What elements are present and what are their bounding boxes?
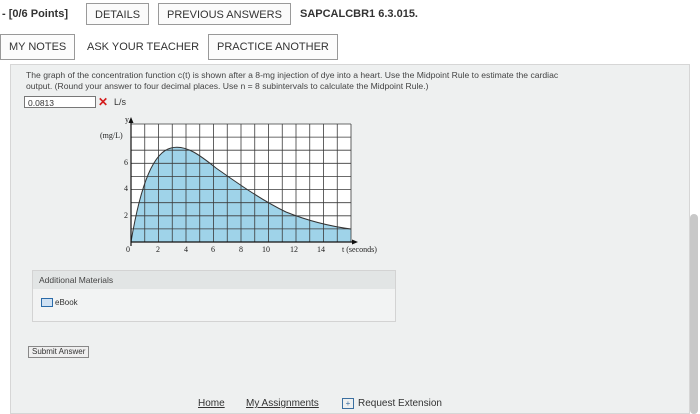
problem-id: SAPCALCBR1 6.3.015.	[300, 8, 418, 20]
ask-teacher-button[interactable]: ASK YOUR TEACHER	[78, 34, 208, 60]
ebook-link[interactable]: eBook	[41, 298, 78, 308]
y-var-label: y	[125, 115, 129, 124]
x-axis-arrow	[352, 239, 358, 245]
materials-title: Additional Materials	[33, 271, 395, 289]
question-text: The graph of the concentration function …	[26, 70, 676, 92]
my-assignments-link[interactable]: My Assignments	[246, 398, 319, 409]
x-tick-2: 2	[156, 245, 160, 254]
answer-input[interactable]: 0.0813	[24, 96, 96, 108]
question-line-1: The graph of the concentration function …	[26, 70, 559, 80]
question-line-2: output. (Round your answer to four decim…	[26, 81, 429, 91]
tab-details[interactable]: DETAILS	[86, 3, 150, 25]
x-tick-0: 0	[126, 245, 130, 254]
tab-previous-answers[interactable]: PREVIOUS ANSWERS	[158, 3, 291, 25]
action-row: MY NOTES ASK YOUR TEACHER PRACTICE ANOTH…	[0, 34, 700, 60]
y-tick-4: 4	[124, 184, 128, 193]
x-tick-6: 6	[211, 245, 215, 254]
x-tick-14: 14	[317, 245, 325, 254]
y-unit-label: (mg/L)	[100, 131, 123, 140]
plus-calendar-icon: +	[342, 398, 354, 409]
top-bar: - [0/6 Points] DETAILS PREVIOUS ANSWERS …	[0, 0, 700, 32]
scrollbar[interactable]	[690, 214, 698, 414]
concentration-graph: y (mg/L) 6 4 2 0 2 4 6 8 10 12 14 t (sec…	[100, 115, 377, 254]
practice-another-button[interactable]: PRACTICE ANOTHER	[208, 34, 338, 60]
book-icon	[41, 298, 53, 308]
incorrect-x-icon: ✕	[98, 95, 109, 109]
points-label: - [0/6 Points]	[2, 8, 69, 20]
x-tick-12: 12	[290, 245, 298, 254]
x-tick-8: 8	[239, 245, 243, 254]
y-tick-6: 6	[124, 158, 128, 167]
x-axis-label: t (seconds)	[342, 245, 377, 254]
answer-unit: L/s	[114, 97, 127, 107]
my-notes-button[interactable]: MY NOTES	[0, 34, 76, 60]
additional-materials: Additional Materials eBook	[32, 270, 396, 322]
home-link[interactable]: Home	[198, 398, 225, 409]
submit-answer-button[interactable]: Submit Answer	[28, 346, 90, 358]
ebook-label: eBook	[55, 298, 78, 307]
x-tick-4: 4	[184, 245, 188, 254]
y-tick-2: 2	[124, 211, 128, 220]
request-extension-link[interactable]: + Request Extension	[342, 398, 442, 409]
x-tick-10: 10	[262, 245, 270, 254]
y-axis-arrow	[128, 117, 134, 123]
request-extension-label: Request Extension	[358, 398, 442, 410]
